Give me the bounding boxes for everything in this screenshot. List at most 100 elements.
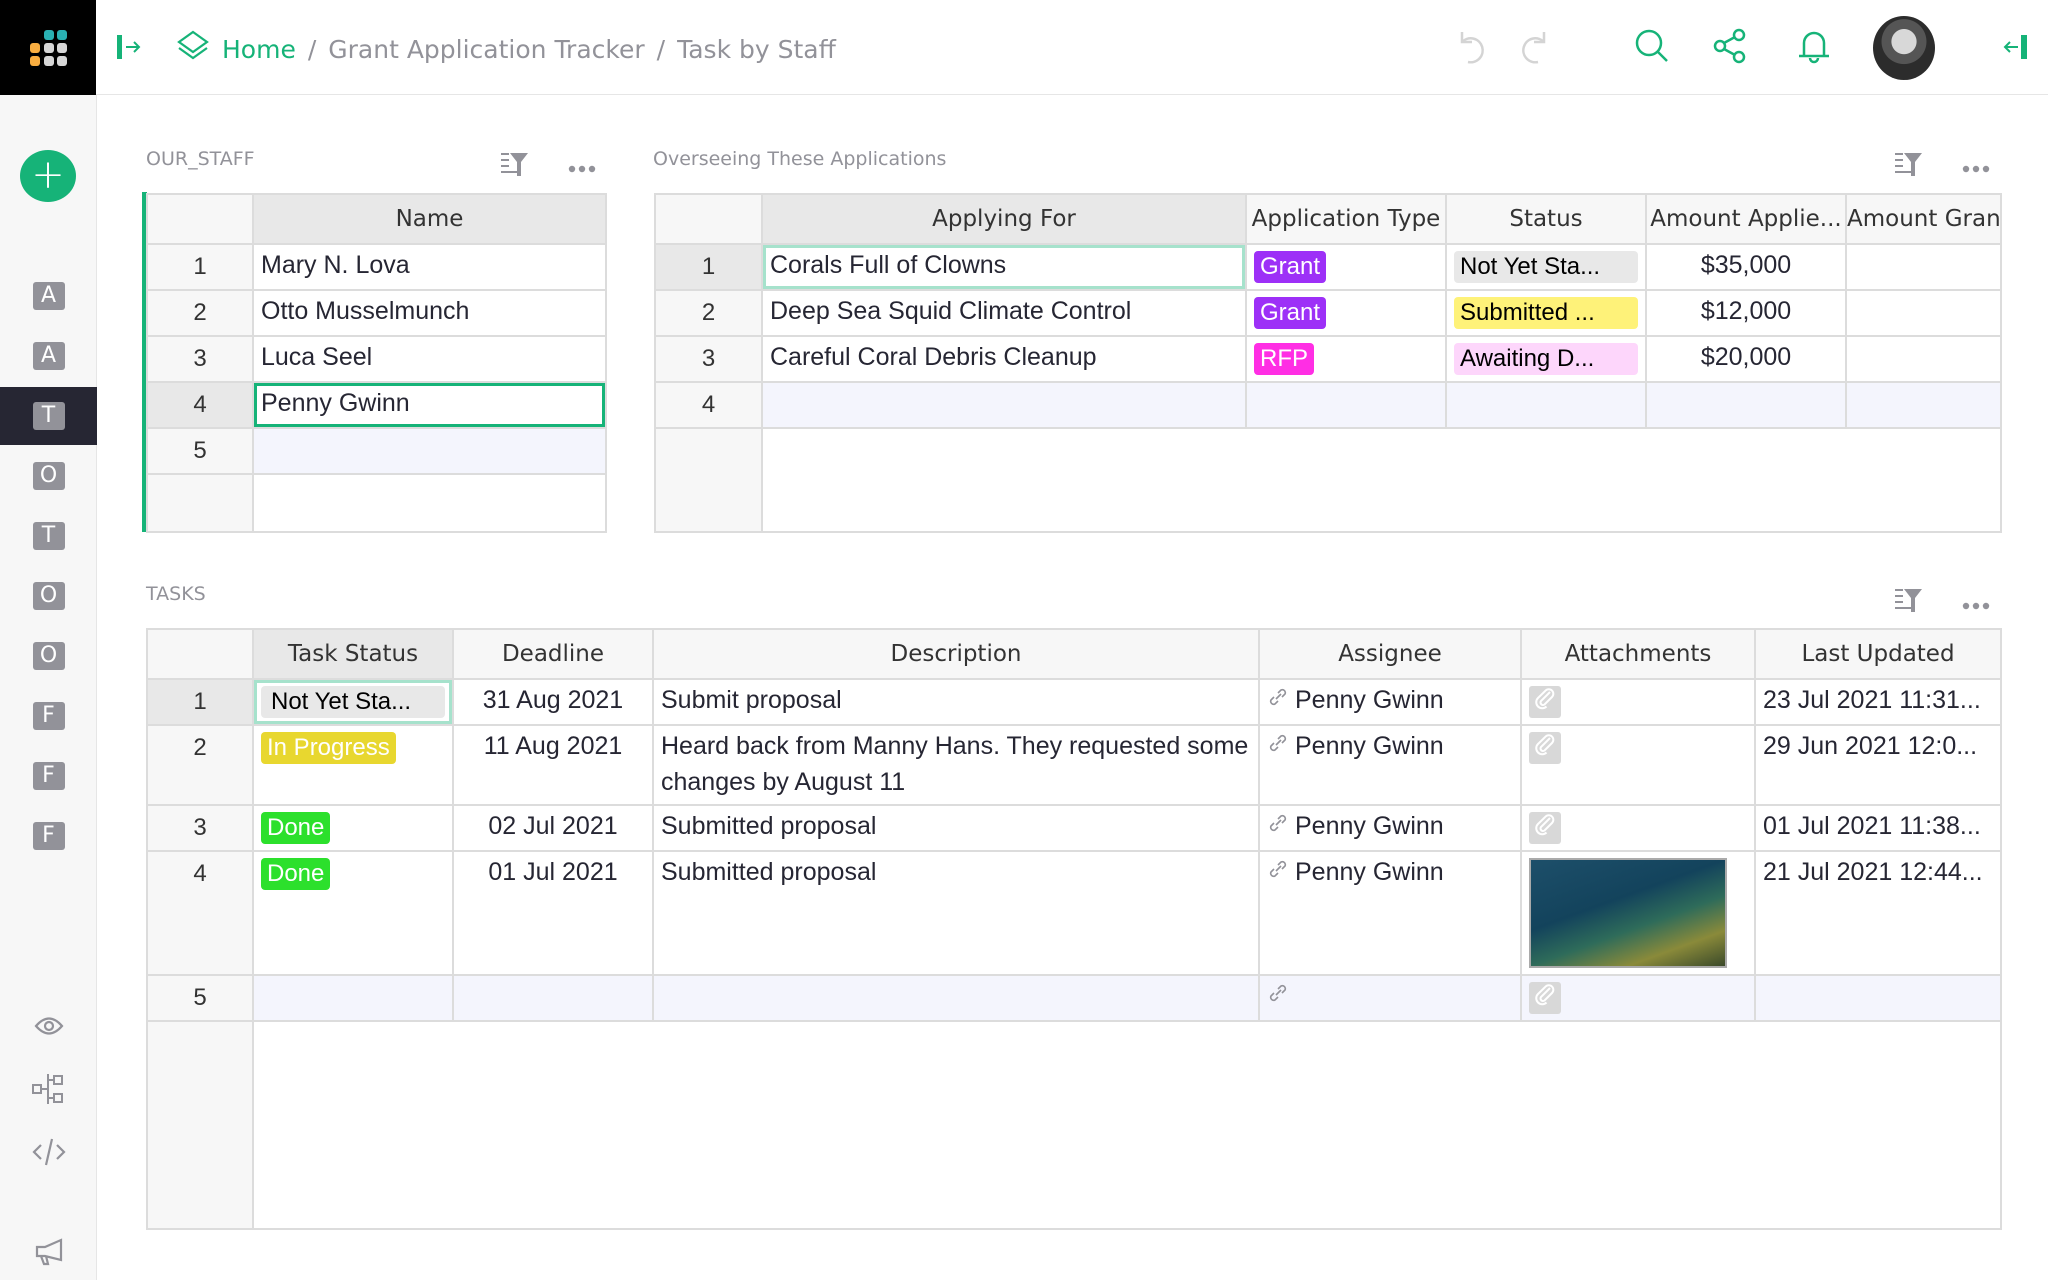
row-number[interactable]: 3 [146, 335, 254, 383]
cell-last-updated[interactable]: 01 Jul 2021 11:38... [1754, 804, 2002, 852]
column-header-attachments[interactable]: Attachments [1520, 628, 1756, 680]
sidebar-page-item[interactable]: T [0, 387, 97, 445]
cell-deadline[interactable]: 01 Jul 2021 [452, 850, 654, 976]
share-icon[interactable] [1712, 28, 1748, 69]
cell-deadline[interactable]: 02 Jul 2021 [452, 804, 654, 852]
row-number[interactable]: 4 [654, 381, 763, 429]
cell-deadline[interactable]: 11 Aug 2021 [452, 724, 654, 806]
cell-deadline[interactable] [452, 974, 654, 1022]
row-number-header[interactable] [146, 193, 254, 245]
cell-amount-applied[interactable]: $20,000 [1645, 335, 1847, 383]
column-header-assignee[interactable]: Assignee [1258, 628, 1522, 680]
row-number[interactable]: 5 [146, 974, 254, 1022]
task-row[interactable]: 2 In Progress 11 Aug 2021 Heard back from M… [146, 724, 2002, 806]
panel-open-icon[interactable] [116, 34, 142, 65]
more-options-icon[interactable] [1962, 160, 1990, 178]
column-header-task-status[interactable]: Task Status [252, 628, 454, 680]
cell-description[interactable]: Submit proposal [652, 678, 1260, 726]
sidebar-page-item[interactable]: F [0, 747, 97, 805]
task-row[interactable]: 1 Not Yet Sta... 31 Aug 2021 Submit proposa… [146, 678, 2002, 726]
cell-name[interactable]: Penny Gwinn [252, 381, 607, 429]
cell-amount-granted[interactable] [1845, 381, 2002, 429]
column-header-amount-applied[interactable]: Amount Applie... [1645, 193, 1847, 245]
cell-task-status[interactable]: Done [252, 804, 454, 852]
staff-row[interactable]: 5 [146, 427, 607, 475]
cell-name[interactable]: Otto Musselmunch [252, 289, 607, 337]
cell-attachments[interactable] [1520, 724, 1756, 806]
cell-amount-granted[interactable] [1845, 289, 2002, 337]
cell-assignee[interactable] [1258, 974, 1522, 1022]
paperclip-icon[interactable] [1529, 812, 1561, 844]
cell-application-type[interactable]: RFP [1245, 335, 1447, 383]
cell-amount-applied[interactable]: $12,000 [1645, 289, 1847, 337]
staff-row[interactable]: 4 Penny Gwinn [146, 381, 607, 429]
cell-description[interactable]: Submitted proposal [652, 850, 1260, 976]
application-row[interactable]: 3 Careful Coral Debris Cleanup RFP Awaiting… [654, 335, 2002, 383]
cell-applying-for[interactable] [761, 381, 1247, 429]
breadcrumb-page[interactable]: Task by Staff [677, 35, 836, 64]
cell-assignee[interactable]: Penny Gwinn [1258, 804, 1522, 852]
cell-description[interactable] [652, 974, 1260, 1022]
cell-name[interactable]: Luca Seel [252, 335, 607, 383]
cell-applying-for[interactable]: Careful Coral Debris Cleanup [761, 335, 1247, 383]
column-header-last-updated[interactable]: Last Updated [1754, 628, 2002, 680]
row-number[interactable]: 2 [146, 724, 254, 806]
task-row[interactable]: 3 Done 02 Jul 2021 Submitted proposal Penny … [146, 804, 2002, 852]
avatar[interactable] [1873, 16, 1935, 80]
more-options-icon[interactable] [568, 160, 596, 178]
sort-filter-icon[interactable] [1894, 150, 1924, 183]
cell-status[interactable]: Not Yet Sta... [1445, 243, 1647, 291]
cell-description[interactable]: Submitted proposal [652, 804, 1260, 852]
cell-attachments[interactable] [1520, 678, 1756, 726]
cell-attachments[interactable] [1520, 850, 1756, 976]
add-new-button[interactable]: + [20, 150, 76, 202]
row-number-header[interactable] [146, 628, 254, 680]
cell-amount-granted[interactable] [1845, 243, 2002, 291]
diver-photo-thumbnail[interactable] [1529, 858, 1727, 968]
sort-filter-icon[interactable] [1894, 586, 1924, 619]
cell-task-status[interactable]: Not Yet Sta... [252, 678, 454, 726]
column-header-amount-granted[interactable]: Amount Gran [1845, 193, 2002, 245]
cell-status[interactable]: Submitted ... [1445, 289, 1647, 337]
cell-applying-for[interactable]: Deep Sea Squid Climate Control [761, 289, 1247, 337]
cell-application-type[interactable] [1245, 381, 1447, 429]
column-header-status[interactable]: Status [1445, 193, 1647, 245]
row-number[interactable]: 4 [146, 850, 254, 976]
column-header-name[interactable]: Name [252, 193, 607, 245]
sidebar-page-item[interactable]: A [0, 267, 97, 325]
cell-last-updated[interactable] [1754, 974, 2002, 1022]
application-row[interactable]: 2 Deep Sea Squid Climate Control Grant Subm… [654, 289, 2002, 337]
breadcrumb-document[interactable]: Grant Application Tracker [328, 35, 644, 64]
sidebar-page-item[interactable]: O [0, 627, 97, 685]
bell-icon[interactable] [1796, 28, 1832, 71]
paperclip-icon[interactable] [1529, 982, 1561, 1014]
cell-application-type[interactable]: Grant [1245, 243, 1447, 291]
column-header-description[interactable]: Description [652, 628, 1260, 680]
cell-assignee[interactable]: Penny Gwinn [1258, 850, 1522, 976]
staff-row[interactable]: 2 Otto Musselmunch [146, 289, 607, 337]
cell-last-updated[interactable]: 23 Jul 2021 11:31... [1754, 678, 2002, 726]
eye-icon[interactable] [28, 1005, 70, 1047]
cell-amount-granted[interactable] [1845, 335, 2002, 383]
column-header-applying-for[interactable]: Applying For [761, 193, 1247, 245]
cell-application-type[interactable]: Grant [1245, 289, 1447, 337]
cell-amount-applied[interactable]: $35,000 [1645, 243, 1847, 291]
sidebar-page-item[interactable]: O [0, 447, 97, 505]
cell-task-status[interactable] [252, 974, 454, 1022]
cell-applying-for[interactable]: Corals Full of Clowns [761, 243, 1247, 291]
row-number[interactable]: 2 [146, 289, 254, 337]
megaphone-icon[interactable] [28, 1231, 70, 1273]
cell-deadline[interactable]: 31 Aug 2021 [452, 678, 654, 726]
more-options-icon[interactable] [1962, 597, 1990, 615]
cell-name[interactable]: Mary N. Lova [252, 243, 607, 291]
staff-row[interactable]: 1 Mary N. Lova [146, 243, 607, 291]
task-row[interactable]: 4 Done 01 Jul 2021 Submitted proposal Penny … [146, 850, 2002, 976]
application-row[interactable]: 1 Corals Full of Clowns Grant Not Yet Sta..… [654, 243, 2002, 291]
sidebar-page-item[interactable]: F [0, 687, 97, 745]
cell-last-updated[interactable]: 21 Jul 2021 12:44... [1754, 850, 2002, 976]
app-logo[interactable] [0, 0, 96, 95]
cell-amount-applied[interactable] [1645, 381, 1847, 429]
cell-status[interactable]: Awaiting D... [1445, 335, 1647, 383]
breadcrumb-home[interactable]: Home [222, 35, 296, 64]
row-number[interactable]: 4 [146, 381, 254, 429]
